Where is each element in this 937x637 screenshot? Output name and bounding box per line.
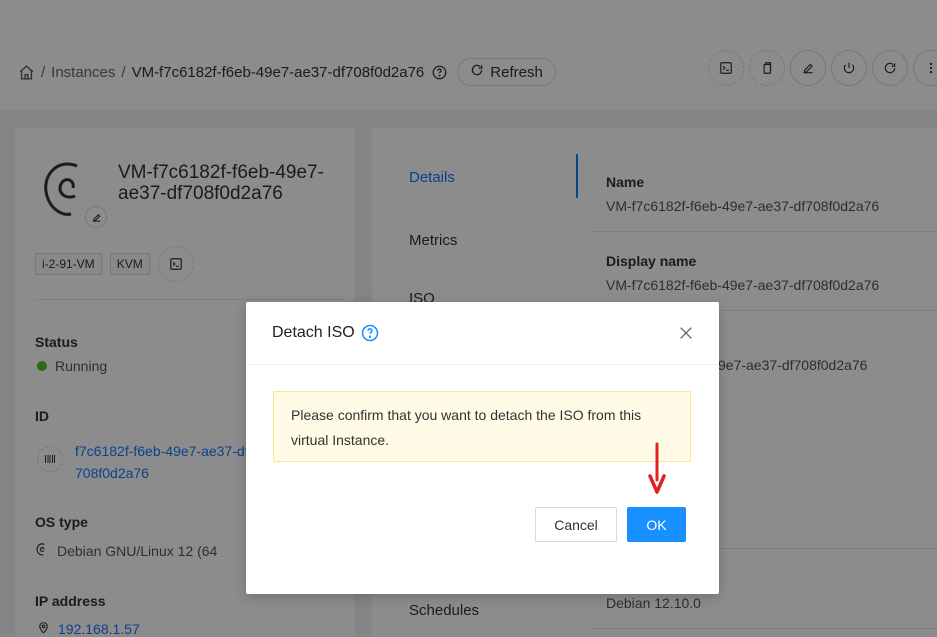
help-icon[interactable] [361, 324, 379, 342]
arrow-down-icon [647, 442, 667, 498]
confirm-message: Please confirm that you want to detach t… [273, 391, 691, 462]
modal-title: Detach ISO [272, 324, 355, 341]
detach-iso-modal: Detach ISO Please confirm that you want … [246, 302, 719, 594]
ok-button[interactable]: OK [627, 507, 686, 542]
cancel-button[interactable]: Cancel [535, 507, 617, 542]
modal-header: Detach ISO [246, 302, 719, 365]
close-icon[interactable] [677, 324, 695, 342]
